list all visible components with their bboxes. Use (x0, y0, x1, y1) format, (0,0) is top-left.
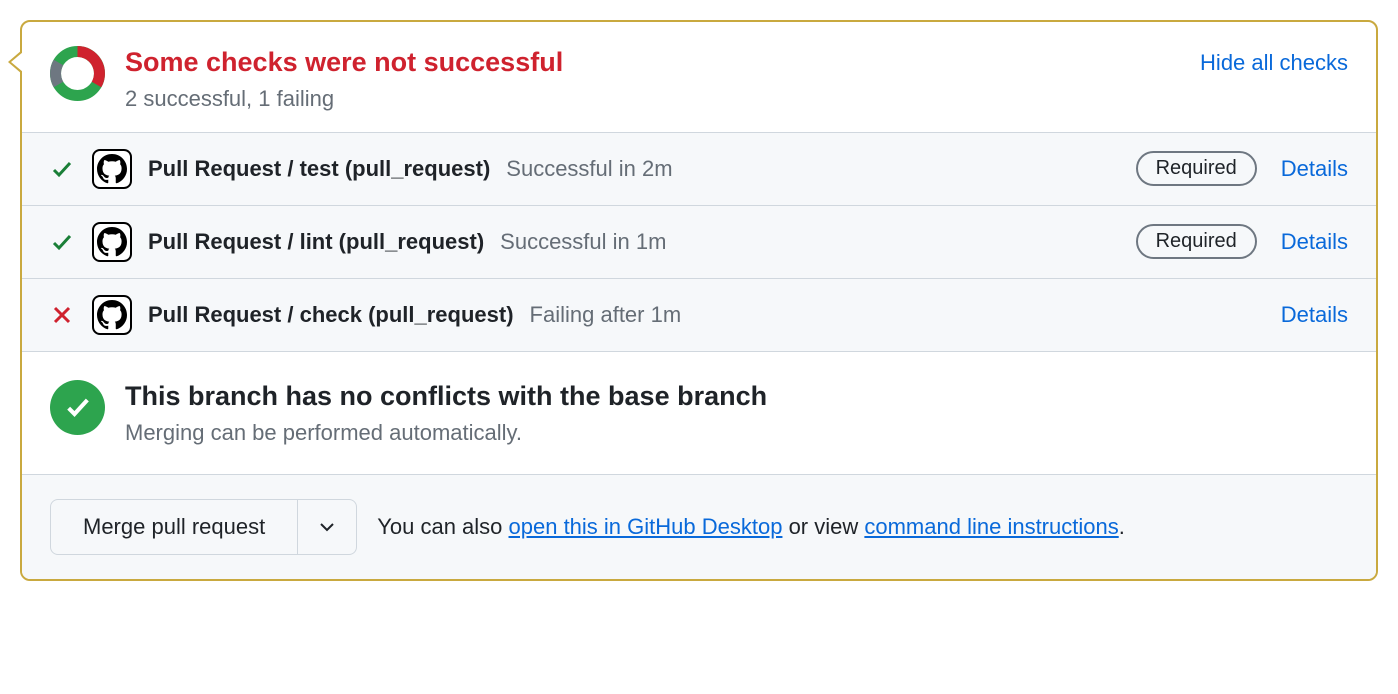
conflicts-text: This branch has no conflicts with the ba… (125, 380, 767, 446)
conflicts-subtitle: Merging can be performed automatically. (125, 420, 767, 446)
check-list: Pull Request / test (pull_request) Succe… (22, 132, 1376, 352)
check-fail-icon (50, 303, 74, 327)
check-name: Pull Request / check (pull_request) (148, 302, 514, 328)
hide-all-checks-link[interactable]: Hide all checks (1200, 50, 1348, 76)
command-line-instructions-link[interactable]: command line instructions (864, 514, 1118, 539)
check-details-link[interactable]: Details (1281, 156, 1348, 182)
merge-status-box: Some checks were not successful 2 succes… (20, 20, 1378, 581)
check-details-link[interactable]: Details (1281, 302, 1348, 328)
github-avatar-icon (92, 222, 132, 262)
conflicts-title: This branch has no conflicts with the ba… (125, 380, 767, 414)
check-item: Pull Request / test (pull_request) Succe… (22, 133, 1376, 206)
merge-pull-request-button[interactable]: Merge pull request (50, 499, 298, 555)
check-success-icon (50, 157, 74, 181)
checks-header: Some checks were not successful 2 succes… (22, 22, 1376, 132)
merge-footer-text: You can also open this in GitHub Desktop… (377, 514, 1125, 540)
check-name: Pull Request / test (pull_request) (148, 156, 490, 182)
footer-text-suffix: . (1119, 514, 1125, 539)
github-avatar-icon (92, 149, 132, 189)
merge-button-group: Merge pull request (50, 499, 357, 555)
checks-header-text: Some checks were not successful 2 succes… (125, 46, 1180, 112)
footer-text-middle: or view (782, 514, 864, 539)
status-donut-icon (50, 46, 105, 101)
check-item: Pull Request / lint (pull_request) Succe… (22, 206, 1376, 279)
check-details-link[interactable]: Details (1281, 229, 1348, 255)
check-status-text: Failing after 1m (530, 302, 1281, 328)
required-badge: Required (1136, 151, 1257, 186)
merge-ready-icon (50, 380, 105, 435)
merge-footer: Merge pull request You can also open thi… (22, 475, 1376, 579)
check-success-icon (50, 230, 74, 254)
conflicts-section: This branch has no conflicts with the ba… (22, 352, 1376, 475)
check-status-text: Successful in 2m (506, 156, 1135, 182)
footer-text-prefix: You can also (377, 514, 508, 539)
required-badge: Required (1136, 224, 1257, 259)
check-status-text: Successful in 1m (500, 229, 1135, 255)
github-avatar-icon (92, 295, 132, 335)
check-item: Pull Request / check (pull_request) Fail… (22, 279, 1376, 352)
caret-down-icon (320, 522, 334, 532)
merge-dropdown-button[interactable] (298, 499, 357, 555)
checks-subtitle: 2 successful, 1 failing (125, 86, 1180, 112)
checks-title: Some checks were not successful (125, 46, 1180, 80)
check-name: Pull Request / lint (pull_request) (148, 229, 484, 255)
open-in-desktop-link[interactable]: open this in GitHub Desktop (509, 514, 783, 539)
